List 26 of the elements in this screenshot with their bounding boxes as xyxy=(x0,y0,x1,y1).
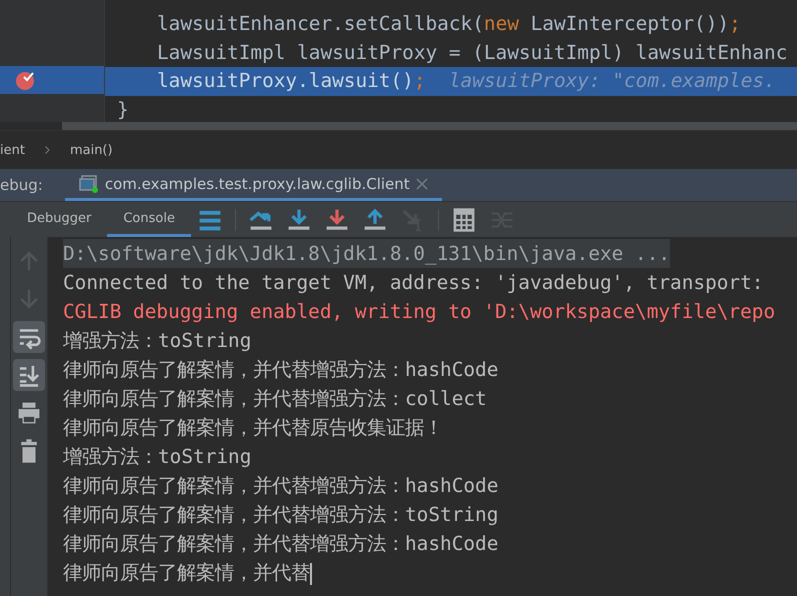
breakpoint-icon[interactable] xyxy=(15,69,37,91)
console-window-icon xyxy=(78,174,99,192)
horizontal-scrollbar[interactable] xyxy=(62,122,797,130)
close-icon[interactable] xyxy=(416,178,428,190)
console-line[interactable]: 律师向原告了解案情，并代替 xyxy=(63,558,797,587)
console-line: 律师向原告了解案情，并代替增强方法：collect xyxy=(63,386,488,412)
breadcrumb-item[interactable]: main() xyxy=(70,142,113,158)
session-title: com.examples.test.proxy.law.cglib.Client xyxy=(104,174,410,192)
console-line: 律师向原告了解案情，并代替增强方法：hashCode xyxy=(63,473,500,499)
panel-tab[interactable]: Debugger xyxy=(11,202,108,237)
debug-label: ebug: xyxy=(0,176,43,194)
console-line: CGLIB debugging enabled, writing to 'D:\workspace\myfile\repo xyxy=(63,299,776,325)
console-line: 律师向原告了解案情，并代替增强方法：hashCode xyxy=(63,357,500,383)
console-line: 律师向原告了解案情，并代替增强方法：hashCode xyxy=(63,531,500,557)
breadcrumb-item[interactable]: ient xyxy=(0,142,25,158)
code-line: } xyxy=(116,96,130,122)
scroll-end-icon[interactable] xyxy=(13,359,45,391)
console-line: 增强方法：toString xyxy=(63,328,252,354)
chevron-icon xyxy=(44,146,50,154)
console-line: 增强方法：toString xyxy=(63,444,252,470)
code-line: LawsuitImpl lawsuitProxy = (LawsuitImpl) lawsuitEnhanc xyxy=(156,40,788,66)
wrap-icon[interactable] xyxy=(13,321,45,353)
console-line: 律师向原告了解案情，并代替原告收集证据！ xyxy=(63,415,444,441)
code-line: lawsuitEnhancer.setCallback(new LawInterceptor()); xyxy=(156,11,742,37)
console-line: Connected to the target VM, address: 'javadebug', transport: xyxy=(63,270,764,296)
console-line: 律师向原告了解案情，并代替增强方法：toString xyxy=(63,502,500,528)
